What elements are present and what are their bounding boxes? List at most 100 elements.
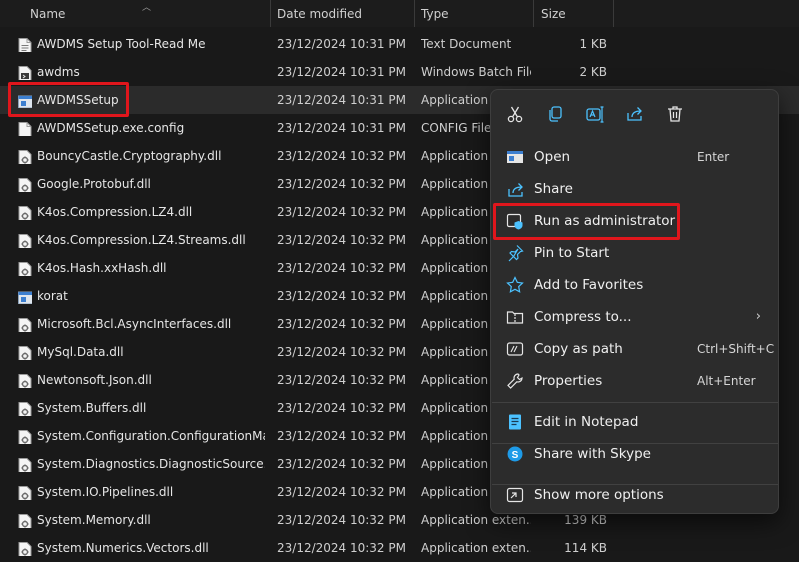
star-icon — [506, 276, 524, 294]
dll-file-icon — [18, 400, 32, 416]
dll-file-icon — [18, 372, 32, 388]
delete-icon[interactable] — [665, 104, 685, 124]
file-date-modified: 23/12/2024 10:32 PM — [277, 233, 406, 247]
column-type[interactable]: Type — [421, 0, 449, 27]
dll-file-icon — [18, 344, 32, 360]
file-name: K4os.Compression.LZ4.dll — [37, 205, 193, 219]
column-header: Name ︿ Date modified Type Size — [0, 0, 799, 27]
file-type: Text Document — [421, 37, 512, 51]
menu-item-shortcut: Alt+Enter — [697, 374, 756, 388]
file-date-modified: 23/12/2024 10:32 PM — [277, 177, 406, 191]
file-size: 1 KB — [579, 37, 607, 51]
file-name: korat — [37, 289, 68, 303]
file-date-modified: 23/12/2024 10:32 PM — [277, 513, 406, 527]
column-divider[interactable] — [533, 0, 534, 27]
file-name: AWDMSSetup.exe.config — [37, 121, 185, 135]
menu-item-label: Properties — [534, 373, 603, 389]
pin-icon — [506, 244, 524, 262]
menu-item-edit-in-notepad[interactable]: Edit in Notepad — [497, 406, 773, 438]
file-name: System.Memory.dll — [37, 513, 151, 527]
file-row[interactable]: AWDMS Setup Tool-Read Me 23/12/2024 10:31… — [0, 30, 799, 58]
batch-file-icon — [18, 64, 32, 80]
share-icon — [506, 180, 524, 198]
menu-item-pin-to-start[interactable]: Pin to Start — [497, 237, 773, 269]
file-name: System.Buffers.dll — [37, 401, 147, 415]
skype-icon: S — [506, 445, 524, 463]
dll-file-icon — [18, 260, 32, 276]
file-name: System.IO.Pipelines.dll — [37, 485, 174, 499]
cut-icon[interactable] — [505, 104, 525, 124]
file-name: Google.Protobuf.dll — [37, 177, 151, 191]
file-date-modified: 23/12/2024 10:32 PM — [277, 485, 406, 499]
file-date-modified: 23/12/2024 10:32 PM — [277, 373, 406, 387]
file-name: Microsoft.Bcl.AsyncInterfaces.dll — [37, 317, 232, 331]
dll-file-icon — [18, 176, 32, 192]
highlight-box-run-as-admin — [493, 203, 680, 240]
column-divider[interactable] — [414, 0, 415, 27]
file-date-modified: 23/12/2024 10:32 PM — [277, 541, 406, 555]
file-name: System.Diagnostics.DiagnosticSource.dll — [37, 457, 265, 471]
file-date-modified: 23/12/2024 10:32 PM — [277, 345, 406, 359]
zip-folder-icon — [506, 308, 524, 326]
dll-file-icon — [18, 204, 32, 220]
file-date-modified: 23/12/2024 10:32 PM — [277, 261, 406, 275]
file-name: Newtonsoft.Json.dll — [37, 373, 152, 387]
column-size[interactable]: Size — [541, 0, 566, 27]
column-divider[interactable] — [270, 0, 271, 27]
menu-separator — [492, 484, 778, 485]
file-name: K4os.Hash.xxHash.dll — [37, 261, 167, 275]
menu-item-shortcut: Ctrl+Shift+C — [697, 342, 775, 356]
chevron-right-icon: › — [755, 309, 761, 324]
text-file-icon — [18, 36, 32, 52]
file-name: System.Configuration.ConfigurationMan... — [37, 429, 265, 443]
file-name: System.Numerics.Vectors.dll — [37, 541, 209, 555]
menu-item-label: Open — [534, 149, 571, 165]
file-type: Application exten... — [421, 541, 531, 555]
file-row[interactable]: System.Numerics.Vectors.dll 23/12/2024 10… — [0, 534, 799, 562]
dll-file-icon — [18, 484, 32, 500]
dll-file-icon — [18, 512, 32, 528]
dll-file-icon — [18, 428, 32, 444]
file-date-modified: 23/12/2024 10:32 PM — [277, 429, 406, 443]
column-date-modified[interactable]: Date modified — [277, 0, 362, 27]
file-date-modified: 23/12/2024 10:31 PM — [277, 93, 406, 107]
open-icon — [506, 148, 524, 166]
menu-item-label: Add to Favorites — [534, 277, 644, 293]
file-date-modified: 23/12/2024 10:32 PM — [277, 149, 406, 163]
menu-item-label: Pin to Start — [534, 245, 610, 261]
file-date-modified: 23/12/2024 10:31 PM — [277, 65, 406, 79]
file-date-modified: 23/12/2024 10:31 PM — [277, 121, 406, 135]
file-date-modified: 23/12/2024 10:32 PM — [277, 317, 406, 331]
menu-item-label: Share — [534, 181, 573, 197]
menu-item-properties[interactable]: Properties Alt+Enter — [497, 365, 773, 397]
menu-separator — [492, 402, 778, 403]
file-size: 114 KB — [564, 541, 607, 555]
file-type: Windows Batch File — [421, 65, 531, 79]
file-name: BouncyCastle.Cryptography.dll — [37, 149, 222, 163]
file-name: AWDMS Setup Tool-Read Me — [37, 37, 206, 51]
menu-item-add-to-favorites[interactable]: Add to Favorites — [497, 269, 773, 301]
share-icon[interactable] — [625, 104, 645, 124]
highlight-box-awdmssetup — [8, 82, 129, 117]
menu-item-shortcut: Enter — [697, 150, 730, 164]
file-date-modified: 23/12/2024 10:32 PM — [277, 289, 406, 303]
notepad-icon — [506, 413, 524, 431]
column-name[interactable]: Name — [30, 0, 65, 27]
file-date-modified: 23/12/2024 10:31 PM — [277, 37, 406, 51]
config-file-icon — [18, 120, 32, 136]
more-options-icon — [506, 486, 524, 504]
menu-item-open[interactable]: Open Enter — [497, 141, 773, 173]
dll-file-icon — [18, 148, 32, 164]
menu-item-copy-as-path[interactable]: Copy as path Ctrl+Shift+C — [497, 333, 775, 365]
sort-ascending-icon: ︿ — [142, 3, 152, 13]
column-divider[interactable] — [613, 0, 614, 27]
file-name: K4os.Compression.LZ4.Streams.dll — [37, 233, 246, 247]
copy-icon[interactable] — [545, 104, 565, 124]
copy-path-icon — [506, 340, 524, 358]
menu-item-share[interactable]: Share — [497, 173, 773, 205]
rename-icon[interactable] — [585, 104, 605, 124]
menu-item-label: Compress to... — [534, 309, 632, 325]
menu-item-compress-to[interactable]: Compress to... › — [497, 301, 773, 333]
file-date-modified: 23/12/2024 10:32 PM — [277, 205, 406, 219]
menu-item-label: Edit in Notepad — [534, 414, 639, 430]
